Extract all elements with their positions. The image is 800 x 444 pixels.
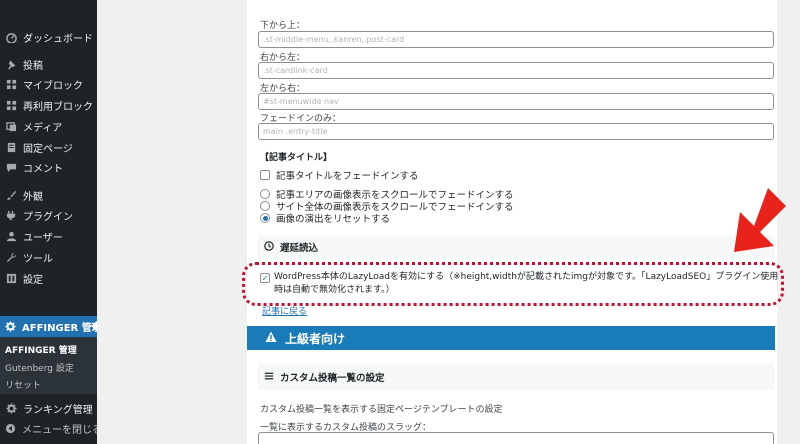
article-title-heading: 【記事タイトル】 xyxy=(260,153,333,163)
sidebar-item-media[interactable]: メディア xyxy=(0,116,97,136)
sidebar-item-appearance[interactable]: 外観 xyxy=(0,185,97,205)
collapse-icon xyxy=(5,422,16,434)
sidebar-item-pages[interactable]: 固定ページ xyxy=(0,137,97,157)
sidebar-item-affinger[interactable]: AFFINGER 管理 xyxy=(0,316,102,337)
warning-icon xyxy=(265,331,277,346)
block-icon xyxy=(5,99,17,111)
custom-post-description: カスタム投稿一覧を表示する固定ページテンプレートの設定 xyxy=(260,405,503,415)
sidebar-item-posts[interactable]: 投稿 xyxy=(0,54,97,74)
sidebar-item-reusable-blocks[interactable]: 再利用ブロック xyxy=(0,95,97,115)
red-arrow-annotation xyxy=(734,188,786,252)
list-icon xyxy=(264,371,274,384)
brush-icon xyxy=(5,189,17,201)
submenu-affinger[interactable]: AFFINGER 管理 xyxy=(5,343,77,356)
right-left-input[interactable]: .st-cardlink-card xyxy=(258,62,774,79)
sidebar-item-plugins[interactable]: プラグイン xyxy=(0,205,97,225)
user-icon xyxy=(5,230,17,242)
plugin-icon xyxy=(5,209,17,221)
comment-icon xyxy=(5,161,17,173)
radio-reset[interactable]: 画像の演出をリセットする xyxy=(260,211,390,225)
advanced-section-bar: 上級者向け xyxy=(247,326,775,350)
sidebar-item-settings[interactable]: 設定 xyxy=(0,268,97,288)
bottom-up-input[interactable]: .st-middle-menu,.kanren,.post-card xyxy=(258,31,774,48)
lazy-section-header: 遅延読込 xyxy=(258,236,774,258)
admin-sidebar: ダッシュボード 投稿 マイブロック 再利用ブロック メディア 固定ページ コメン… xyxy=(0,0,102,444)
lazyload-checkbox-row[interactable]: ✓ WordPress本体のLazyLoadを有効にする（※height,wid… xyxy=(260,271,780,297)
field-label-bottom-up: 下から上： xyxy=(260,21,306,31)
radio-button[interactable] xyxy=(260,201,270,211)
gear-icon xyxy=(5,321,16,333)
pin-icon xyxy=(5,58,17,70)
clock-icon xyxy=(264,240,274,254)
left-right-input[interactable]: #st-menuwide nav xyxy=(258,93,774,110)
title-fade-checkbox-row[interactable]: 記事タイトルをフェードインする xyxy=(260,168,419,182)
submenu-reset[interactable]: リセット xyxy=(5,378,41,391)
sidebar-item-ranking[interactable]: ランキング管理 xyxy=(0,398,97,418)
gear-icon xyxy=(5,402,17,414)
title-fade-checkbox[interactable] xyxy=(260,170,270,180)
radio-button[interactable] xyxy=(260,189,270,199)
affinger-submenu: AFFINGER 管理 Gutenberg 設定 リセット xyxy=(0,337,97,394)
collapse-menu-button[interactable]: メニューを閉じる xyxy=(0,418,102,438)
page-icon xyxy=(5,141,17,153)
sidebar-item-my-blocks[interactable]: マイブロック xyxy=(0,74,97,94)
sidebar-item-users[interactable]: ユーザー xyxy=(0,226,97,246)
sidebar-item-tools[interactable]: ツール xyxy=(0,247,97,267)
sidebar-item-comments[interactable]: コメント xyxy=(0,157,97,177)
sidebar-item-dashboard[interactable]: ダッシュボード xyxy=(0,27,97,47)
block-icon xyxy=(5,78,17,90)
submenu-gutenberg[interactable]: Gutenberg 設定 xyxy=(5,361,74,374)
fade-only-input[interactable]: main .entry-title xyxy=(258,123,774,140)
lazyload-checkbox[interactable]: ✓ xyxy=(260,273,270,283)
custom-post-slug-input[interactable] xyxy=(258,432,774,444)
settings-icon xyxy=(5,272,17,284)
media-icon xyxy=(5,120,17,132)
custom-post-header: カスタム投稿一覧の設定 xyxy=(258,364,774,390)
radio-button-selected[interactable] xyxy=(260,213,270,223)
wrench-icon xyxy=(5,251,17,263)
dashboard-icon xyxy=(5,31,17,43)
back-to-article-link[interactable]: 記事に戻る xyxy=(262,304,307,317)
